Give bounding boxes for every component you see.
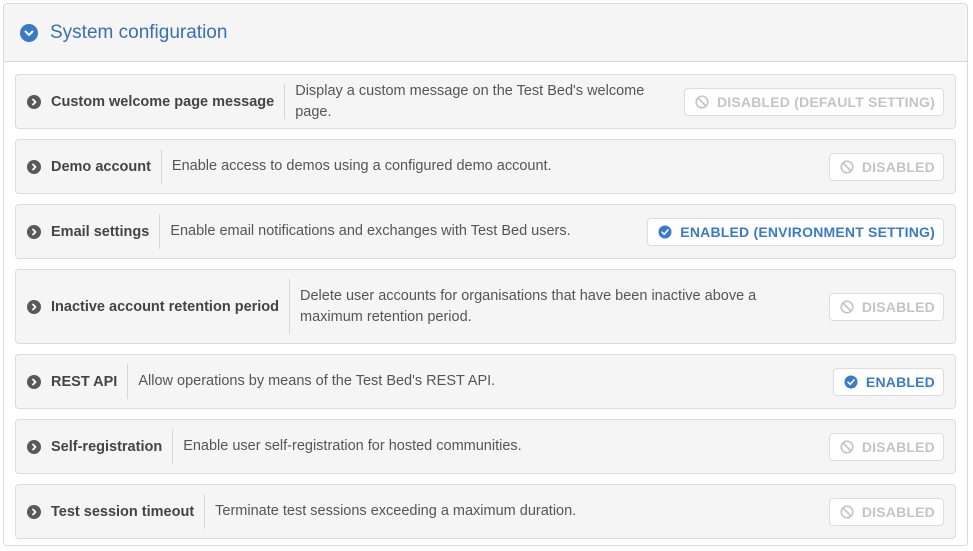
system-configuration-panel: System configuration Custom welcome page…: [3, 3, 968, 546]
chevron-right-circle-icon[interactable]: [27, 299, 41, 314]
setting-description: Enable user self-registration for hosted…: [183, 438, 522, 454]
setting-title: Email settings: [51, 223, 150, 240]
panel-header[interactable]: System configuration: [4, 4, 967, 62]
chevron-down-circle-icon[interactable]: [20, 23, 38, 42]
setting-row-rest-api[interactable]: REST API Allow operations by means of th…: [15, 354, 956, 409]
status-badge[interactable]: DISABLED: [828, 292, 944, 321]
setting-row-test-session-timeout[interactable]: Test session timeout Terminate test sess…: [15, 484, 956, 539]
ban-icon: [840, 504, 854, 519]
status-label: ENABLED: [865, 373, 935, 390]
setting-description: Enable email notifications and exchanges…: [170, 223, 571, 239]
chevron-right-circle-icon[interactable]: [27, 159, 41, 174]
status-label: DISABLED: [861, 158, 935, 175]
chevron-right-circle-icon[interactable]: [27, 504, 41, 519]
setting-description: Terminate test sessions exceeding a maxi…: [215, 503, 577, 519]
setting-row-demo-account[interactable]: Demo account Enable access to demos usin…: [15, 139, 956, 194]
divider: [289, 279, 291, 334]
status-badge[interactable]: DISABLED: [828, 152, 944, 181]
ban-icon: [695, 94, 709, 109]
chevron-right-circle-icon[interactable]: [27, 94, 41, 109]
setting-row-custom-welcome-page-message[interactable]: Custom welcome page message Display a cu…: [15, 74, 956, 129]
ban-icon: [840, 439, 854, 454]
divider: [160, 149, 162, 184]
setting-title: Custom welcome page message: [51, 93, 275, 110]
setting-row-inactive-account-retention-period[interactable]: Inactive account retention period Delete…: [15, 269, 956, 344]
setting-title: Demo account: [51, 158, 151, 175]
setting-row-email-settings[interactable]: Email settings Enable email notification…: [15, 204, 956, 259]
panel-title: System configuration: [50, 21, 228, 43]
divider: [204, 494, 206, 529]
divider: [159, 214, 161, 249]
status-label: DISABLED: [861, 298, 935, 315]
check-circle-icon: [658, 225, 672, 239]
setting-title: REST API: [51, 373, 118, 390]
chevron-right-circle-icon[interactable]: [27, 224, 41, 239]
setting-description: Allow operations by means of the Test Be…: [138, 373, 496, 389]
divider: [172, 429, 174, 464]
setting-title: Inactive account retention period: [51, 298, 280, 315]
check-circle-icon: [844, 375, 858, 389]
status-badge[interactable]: DISABLED: [828, 497, 944, 526]
chevron-right-circle-icon[interactable]: [27, 374, 41, 389]
status-badge[interactable]: DISABLED: [828, 432, 944, 461]
setting-description: Enable access to demos using a configure…: [171, 158, 552, 174]
status-badge[interactable]: ENABLED: [832, 367, 944, 396]
status-badge[interactable]: ENABLED (ENVIRONMENT SETTING): [647, 217, 944, 246]
setting-title: Self-registration: [51, 438, 163, 455]
status-label: DISABLED: [861, 438, 935, 455]
setting-title: Test session timeout: [51, 503, 195, 520]
setting-description: Delete user accounts for organisations t…: [300, 287, 757, 325]
ban-icon: [840, 299, 854, 314]
setting-description: Display a custom message on the Test Bed…: [295, 82, 645, 120]
status-label: DISABLED (DEFAULT SETTING): [716, 93, 935, 110]
status-label: DISABLED: [861, 503, 935, 520]
divider: [127, 364, 129, 399]
setting-row-self-registration[interactable]: Self-registration Enable user self-regis…: [15, 419, 956, 474]
status-badge[interactable]: DISABLED (DEFAULT SETTING): [683, 87, 944, 116]
divider: [284, 84, 286, 119]
chevron-right-circle-icon[interactable]: [27, 439, 41, 454]
status-label: ENABLED (ENVIRONMENT SETTING): [680, 223, 935, 240]
ban-icon: [840, 159, 854, 174]
